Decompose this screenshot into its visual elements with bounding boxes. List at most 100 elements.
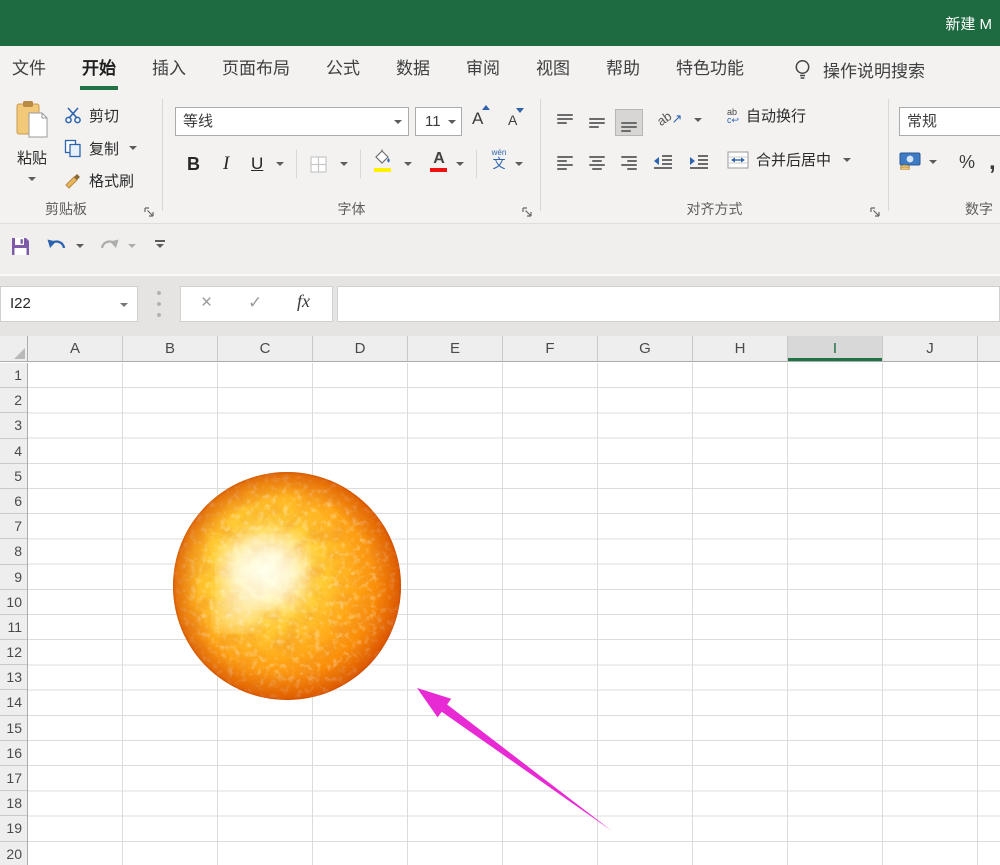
underline-button[interactable]: U <box>251 148 263 180</box>
row-header-17[interactable]: 17 <box>0 766 27 791</box>
fill-color-button[interactable] <box>374 146 392 178</box>
decrease-font-size-button[interactable]: A <box>508 112 517 128</box>
borders-button[interactable] <box>310 148 327 180</box>
column-header-K[interactable]: K <box>978 336 1000 361</box>
column-header-G[interactable]: G <box>598 336 693 361</box>
font-color-button[interactable]: A <box>430 146 448 178</box>
align-right-button[interactable] <box>615 149 643 176</box>
save-button[interactable] <box>10 236 31 257</box>
redo-button[interactable] <box>98 236 136 255</box>
align-center-button[interactable] <box>583 149 611 176</box>
row-header-1[interactable]: 1 <box>0 363 27 388</box>
phonetic-guide-button[interactable]: wén 文 <box>490 147 508 179</box>
row-header-6[interactable]: 6 <box>0 489 27 514</box>
column-header-H[interactable]: H <box>693 336 788 361</box>
merge-center-dropdown-icon[interactable] <box>843 158 851 162</box>
wrap-text-button[interactable]: ab c↩ 自动换行 <box>727 105 806 126</box>
row-header-8[interactable]: 8 <box>0 539 27 564</box>
tab-view[interactable]: 视图 <box>526 46 580 93</box>
orientation-dropdown-icon[interactable] <box>694 118 702 122</box>
column-header-D[interactable]: D <box>313 336 408 361</box>
row-header-10[interactable]: 10 <box>0 590 27 615</box>
column-header-C[interactable]: C <box>218 336 313 361</box>
row-header-3[interactable]: 3 <box>0 413 27 438</box>
column-header-B[interactable]: B <box>123 336 218 361</box>
fill-color-dropdown-icon[interactable] <box>404 162 412 166</box>
redo-dropdown-icon[interactable] <box>128 244 136 248</box>
accounting-format-button[interactable] <box>899 152 921 175</box>
font-name-dropdown-icon[interactable] <box>394 120 402 124</box>
font-size-dropdown-icon[interactable] <box>448 120 456 124</box>
insert-function-icon[interactable]: fx <box>297 291 310 312</box>
tab-home[interactable]: 开始 <box>72 46 126 93</box>
tab-data[interactable]: 数据 <box>386 46 440 93</box>
column-header-F[interactable]: F <box>503 336 598 361</box>
paste-button[interactable]: 粘贴 <box>8 100 56 192</box>
tab-special-features[interactable]: 特色功能 <box>666 46 754 93</box>
merge-center-button[interactable]: 合并后居中 <box>727 149 851 170</box>
row-header-13[interactable]: 13 <box>0 665 27 690</box>
align-left-button[interactable] <box>551 149 579 176</box>
row-header-18[interactable]: 18 <box>0 791 27 816</box>
font-name-select[interactable]: 等线 <box>175 107 409 136</box>
tell-me-search[interactable]: 操作说明搜索 <box>794 57 925 82</box>
copy-button[interactable]: 复制 <box>64 135 137 161</box>
increase-font-size-button[interactable]: A <box>472 109 483 129</box>
column-header-I[interactable]: I <box>788 336 883 361</box>
row-header-7[interactable]: 7 <box>0 514 27 539</box>
tab-review[interactable]: 审阅 <box>456 46 510 93</box>
clipboard-dialog-launcher[interactable] <box>143 206 155 218</box>
row-header-14[interactable]: 14 <box>0 690 27 715</box>
font-dialog-launcher[interactable] <box>521 206 533 218</box>
decrease-indent-button[interactable] <box>653 153 673 169</box>
number-format-select[interactable]: 常规 <box>899 107 1000 136</box>
row-header-20[interactable]: 20 <box>0 842 27 865</box>
bold-button[interactable]: B <box>187 148 200 180</box>
paste-dropdown-icon[interactable] <box>28 177 36 181</box>
increase-indent-button[interactable] <box>689 153 709 169</box>
name-box-dropdown-icon[interactable] <box>120 303 128 307</box>
accounting-dropdown-icon[interactable] <box>929 160 937 164</box>
borders-dropdown-icon[interactable] <box>340 162 348 166</box>
row-header-5[interactable]: 5 <box>0 464 27 489</box>
align-middle-button[interactable] <box>583 109 611 136</box>
alignment-dialog-launcher[interactable] <box>869 206 881 218</box>
enter-icon[interactable]: ✓ <box>248 293 262 313</box>
underline-dropdown-icon[interactable] <box>276 162 284 166</box>
phonetic-dropdown-icon[interactable] <box>515 162 523 166</box>
row-header-9[interactable]: 9 <box>0 565 27 590</box>
tab-page-layout[interactable]: 页面布局 <box>212 46 300 93</box>
customize-toolbar-button[interactable] <box>155 240 165 248</box>
row-header-4[interactable]: 4 <box>0 439 27 464</box>
column-header-E[interactable]: E <box>408 336 503 361</box>
cancel-icon[interactable]: × <box>201 292 212 314</box>
formula-input[interactable] <box>337 286 1000 322</box>
row-header-16[interactable]: 16 <box>0 741 27 766</box>
font-size-select[interactable]: 11 <box>415 107 462 136</box>
format-painter-button[interactable]: 格式刷 <box>64 167 134 193</box>
magenta-arrow[interactable] <box>400 677 620 837</box>
tab-insert[interactable]: 插入 <box>142 46 196 93</box>
tab-file[interactable]: 文件 <box>2 46 56 93</box>
tab-formulas[interactable]: 公式 <box>316 46 370 93</box>
undo-button[interactable] <box>46 236 84 255</box>
tab-help[interactable]: 帮助 <box>596 46 650 93</box>
percent-style-button[interactable]: % <box>959 152 975 173</box>
formula-bar-resizer[interactable]: ••• <box>153 288 165 321</box>
cut-button[interactable]: 剪切 <box>64 102 119 128</box>
row-header-15[interactable]: 15 <box>0 716 27 741</box>
row-header-12[interactable]: 12 <box>0 640 27 665</box>
copy-dropdown-icon[interactable] <box>129 146 137 150</box>
orientation-button[interactable]: ab↗ <box>657 111 702 127</box>
align-bottom-button[interactable] <box>615 109 643 136</box>
comma-style-button[interactable]: , <box>989 148 996 176</box>
column-header-J[interactable]: J <box>883 336 978 361</box>
cells-area[interactable] <box>28 363 1000 865</box>
font-color-dropdown-icon[interactable] <box>456 162 464 166</box>
sun-image[interactable] <box>171 470 403 702</box>
select-all-corner[interactable] <box>0 336 28 362</box>
column-header-A[interactable]: A <box>28 336 123 361</box>
undo-dropdown-icon[interactable] <box>76 244 84 248</box>
align-top-button[interactable] <box>551 109 579 136</box>
italic-button[interactable]: I <box>223 148 229 180</box>
